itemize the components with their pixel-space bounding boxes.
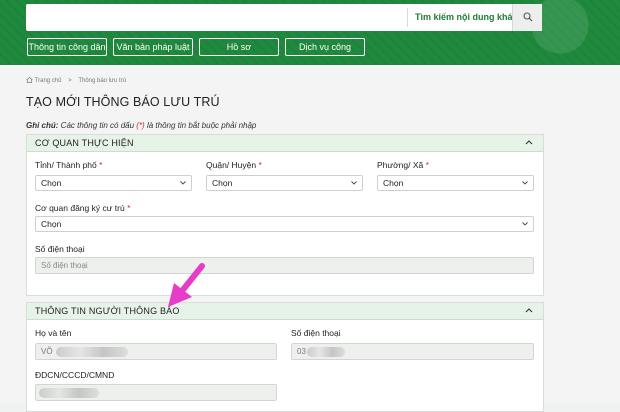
- name-value: VÕ: [41, 347, 53, 356]
- ward-label: Phường/ Xã *: [377, 160, 429, 170]
- agency-value: Chọn: [41, 219, 62, 229]
- search-button[interactable]: [512, 4, 542, 31]
- redacted-blur: [307, 347, 345, 357]
- district-label-text: Quận/ Huyện: [206, 160, 257, 170]
- chevron-down-icon: [522, 181, 528, 185]
- notifier-phone-label: Số điện thoại: [291, 328, 341, 338]
- phone-placeholder: Số điện thoại: [41, 261, 88, 270]
- breadcrumb-home[interactable]: Trang chủ: [35, 78, 62, 84]
- redacted-blur: [56, 347, 128, 357]
- required-star: *: [258, 160, 262, 170]
- page-title: TẠO MỚI THÔNG BÁO LƯU TRÚ: [26, 95, 220, 109]
- required-star: *: [127, 203, 131, 213]
- nav-van-ban-phap-luat[interactable]: Văn bản pháp luật: [113, 38, 193, 56]
- name-input[interactable]: VÕ: [35, 343, 277, 360]
- home-icon: [26, 77, 33, 83]
- ward-label-text: Phường/ Xã: [377, 160, 424, 170]
- panel-title: CƠ QUAN THỰC HIỆN: [35, 138, 134, 148]
- breadcrumb-current: Thông báo lưu trú: [78, 78, 127, 84]
- district-label: Quận/ Huyện *: [206, 160, 262, 170]
- nav-thong-tin-cong-dan[interactable]: Thông tin công dân: [27, 38, 107, 56]
- nav-ho-so[interactable]: Hồ sơ: [199, 38, 279, 56]
- required-star: *: [99, 160, 103, 170]
- province-label: Tỉnh/ Thành phố *: [35, 160, 102, 170]
- search-divider: [407, 8, 408, 27]
- notifier-phone-input[interactable]: 03: [291, 343, 534, 360]
- required-star: *: [425, 160, 429, 170]
- panel-title: THÔNG TIN NGƯỜI THÔNG BÁO: [35, 306, 180, 316]
- note-label: Ghi chú:: [26, 121, 59, 130]
- search-hint[interactable]: Tìm kiếm nội dung khác: [415, 4, 518, 31]
- nav-dich-vu-cong[interactable]: Dịch vụ công: [285, 38, 365, 56]
- agency-label-text: Cơ quan đăng ký cư trú: [35, 203, 125, 213]
- breadcrumb: Trang chủ > Thông báo lưu trú: [26, 77, 126, 84]
- chevron-up-icon[interactable]: [525, 139, 533, 145]
- breadcrumb-separator: >: [68, 78, 72, 84]
- panel-header[interactable]: CƠ QUAN THỰC HIỆN: [27, 135, 543, 152]
- redacted-blur: [39, 388, 99, 398]
- phone-input[interactable]: Số điện thoại: [35, 257, 534, 274]
- ward-select[interactable]: Chọn: [377, 175, 534, 191]
- ward-value: Chọn: [383, 178, 404, 188]
- province-select[interactable]: Chọn: [35, 175, 192, 191]
- name-label: Họ và tên: [35, 328, 72, 338]
- required-note: Ghi chú: Các thông tin có dấu (*) là thô…: [26, 121, 256, 130]
- chevron-up-icon[interactable]: [525, 307, 533, 313]
- annotation-arrow-icon: [168, 263, 205, 307]
- chevron-down-icon: [522, 222, 528, 226]
- search-icon: [523, 12, 533, 22]
- panel-header[interactable]: THÔNG TIN NGƯỜI THÔNG BÁO: [27, 303, 543, 320]
- agency-select[interactable]: Chọn: [35, 216, 534, 232]
- chevron-down-icon: [351, 181, 357, 185]
- search-bar[interactable]: Tìm kiếm nội dung khác: [26, 4, 542, 31]
- site-header: Tìm kiếm nội dung khác Thông tin công dâ…: [0, 0, 620, 65]
- id-input[interactable]: [35, 384, 277, 401]
- district-value: Chọn: [212, 178, 233, 188]
- chevron-down-icon: [180, 181, 186, 185]
- district-select[interactable]: Chọn: [206, 175, 363, 191]
- phone-label: Số điện thoại: [35, 244, 85, 254]
- province-label-text: Tỉnh/ Thành phố: [35, 160, 97, 170]
- agency-label: Cơ quan đăng ký cư trú *: [35, 203, 130, 213]
- province-value: Chọn: [41, 178, 62, 188]
- note-star: (*): [136, 121, 145, 130]
- note-text-2: là thông tin bắt buộc phải nhập: [144, 121, 257, 130]
- id-label: ĐDCN/CCCD/CMND: [35, 370, 115, 380]
- notifier-phone-value: 03: [297, 347, 306, 356]
- note-text-1: Các thông tin có dấu: [58, 121, 137, 130]
